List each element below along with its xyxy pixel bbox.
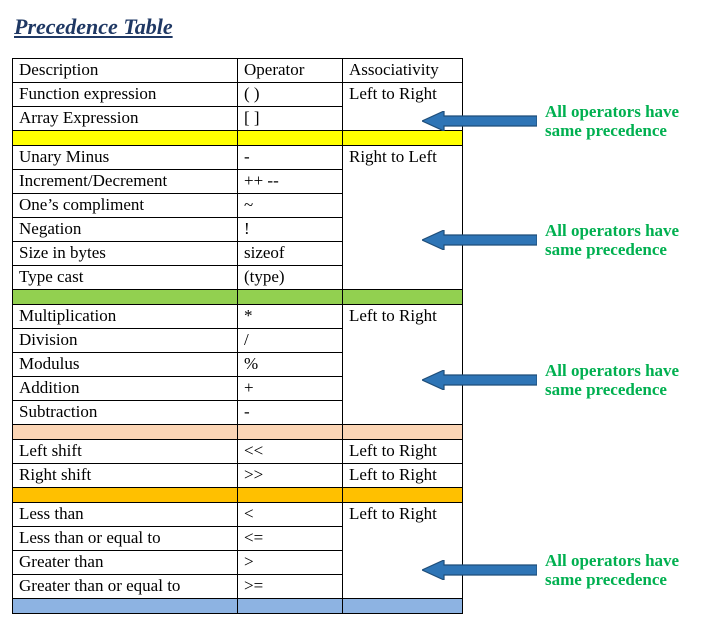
cell-description: Addition bbox=[13, 377, 238, 401]
table-row: Right shift >> Left to Right bbox=[13, 464, 463, 488]
cell-operator: sizeof bbox=[238, 242, 343, 266]
cell-description: Greater than bbox=[13, 551, 238, 575]
header-associativity: Associativity bbox=[343, 59, 463, 83]
cell-description: Less than bbox=[13, 503, 238, 527]
cell-operator: ! bbox=[238, 218, 343, 242]
cell-operator: - bbox=[238, 146, 343, 170]
cell-operator: ++ -- bbox=[238, 170, 343, 194]
cell-operator: >= bbox=[238, 575, 343, 599]
cell-operator: % bbox=[238, 353, 343, 377]
table-row: Less than < Left to Right bbox=[13, 503, 463, 527]
annotation-text: All operators have same precedence bbox=[545, 551, 679, 589]
annotation: All operators have same precedence bbox=[422, 99, 679, 143]
cell-operator: >> bbox=[238, 464, 343, 488]
arrow-left-icon bbox=[422, 230, 537, 250]
cell-operator: * bbox=[238, 305, 343, 329]
cell-operator: ~ bbox=[238, 194, 343, 218]
table-row: Multiplication * Left to Right bbox=[13, 305, 463, 329]
cell-description: Right shift bbox=[13, 464, 238, 488]
table-row: Left shift << Left to Right bbox=[13, 440, 463, 464]
header-operator: Operator bbox=[238, 59, 343, 83]
cell-associativity: Left to Right bbox=[343, 464, 463, 488]
cell-operator: (type) bbox=[238, 266, 343, 290]
annotation-text: All operators have same precedence bbox=[545, 221, 679, 259]
separator-row bbox=[13, 131, 463, 146]
cell-description: Array Expression bbox=[13, 107, 238, 131]
cell-operator: > bbox=[238, 551, 343, 575]
cell-operator: ( ) bbox=[238, 83, 343, 107]
cell-description: Size in bytes bbox=[13, 242, 238, 266]
separator-row bbox=[13, 488, 463, 503]
arrow-left-icon bbox=[422, 560, 537, 580]
cell-description: Multiplication bbox=[13, 305, 238, 329]
cell-description: Unary Minus bbox=[13, 146, 238, 170]
page-title: Precedence Table bbox=[14, 14, 704, 40]
cell-operator: <= bbox=[238, 527, 343, 551]
precedence-table: Description Operator Associativity Funct… bbox=[12, 58, 463, 614]
separator-row bbox=[13, 290, 463, 305]
cell-operator: / bbox=[238, 329, 343, 353]
cell-operator: << bbox=[238, 440, 343, 464]
cell-description: Negation bbox=[13, 218, 238, 242]
cell-description: One’s compliment bbox=[13, 194, 238, 218]
annotation: All operators have same precedence bbox=[422, 218, 679, 262]
arrow-left-icon bbox=[422, 111, 537, 131]
separator-row bbox=[13, 425, 463, 440]
table-row: Unary Minus - Right to Left bbox=[13, 146, 463, 170]
cell-description: Less than or equal to bbox=[13, 527, 238, 551]
annotation-text: All operators have same precedence bbox=[545, 102, 679, 140]
table-row: Function expression ( ) Left to Right bbox=[13, 83, 463, 107]
cell-operator: [ ] bbox=[238, 107, 343, 131]
cell-associativity: Left to Right bbox=[343, 440, 463, 464]
arrow-left-icon bbox=[422, 370, 537, 390]
cell-operator: < bbox=[238, 503, 343, 527]
cell-operator: - bbox=[238, 401, 343, 425]
cell-operator: + bbox=[238, 377, 343, 401]
cell-description: Division bbox=[13, 329, 238, 353]
table-header-row: Description Operator Associativity bbox=[13, 59, 463, 83]
cell-description: Type cast bbox=[13, 266, 238, 290]
header-description: Description bbox=[13, 59, 238, 83]
cell-description: Subtraction bbox=[13, 401, 238, 425]
annotation: All operators have same precedence bbox=[422, 548, 679, 592]
cell-description: Modulus bbox=[13, 353, 238, 377]
annotation: All operators have same precedence bbox=[422, 358, 679, 402]
annotation-text: All operators have same precedence bbox=[545, 361, 679, 399]
cell-description: Increment/Decrement bbox=[13, 170, 238, 194]
cell-description: Function expression bbox=[13, 83, 238, 107]
cell-description: Left shift bbox=[13, 440, 238, 464]
content-stage: Description Operator Associativity Funct… bbox=[12, 58, 704, 614]
cell-description: Greater than or equal to bbox=[13, 575, 238, 599]
